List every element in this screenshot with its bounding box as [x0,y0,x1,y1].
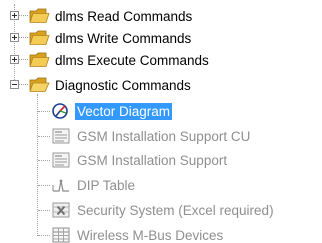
tree-line-child [38,136,50,137]
tree-folder-label: Diagnostic Commands [55,77,191,93]
tree-line-child [38,160,50,161]
tree-folder-label: dlms Read Commands [55,8,193,24]
tree-item-label: Vector Diagram [75,102,173,120]
tree-item-label: GSM Installation Support CU [77,128,251,144]
grid-table-icon [52,227,70,243]
tree-item-label: GSM Installation Support [77,152,228,168]
tree-item-label: Security System (Excel required) [77,202,274,218]
tree-item-label: DIP Table [77,177,136,193]
command-tree: dlms Read Commands dlms Write Commands d… [0,0,322,243]
tree-item-label: Wireless M-Bus Devices [77,227,224,243]
tree-line-branch [19,15,28,16]
document-lines-icon [52,152,70,168]
dip-table-icon [52,179,69,192]
tree-item-gsm-installation-support[interactable]: GSM Installation Support [50,150,229,170]
tree-line-branch [19,84,28,85]
excel-icon [52,202,70,218]
expand-toggle-execute[interactable] [10,55,19,64]
minus-icon [12,84,17,85]
tree-item-security-system[interactable]: Security System (Excel required) [50,200,276,220]
tree-line-child [38,235,50,236]
document-lines-icon [52,128,70,144]
tree-line-branch [19,59,28,60]
tree-line-children [37,94,38,236]
tree-item-gsm-installation-support-cu[interactable]: GSM Installation Support CU [50,126,252,146]
tree-item-vector-diagram[interactable]: Vector Diagram [50,101,173,121]
tree-folder-diagnostic[interactable]: Diagnostic Commands [28,75,193,95]
tree-line-child [38,185,50,186]
folder-open-icon [29,77,50,92]
tree-line-child [38,210,50,211]
tree-folder-dlms-write[interactable]: dlms Write Commands [28,28,193,48]
folder-icon [29,8,50,23]
tree-line-branch [19,37,28,38]
collapse-toggle-diagnostic[interactable] [10,80,19,89]
tree-folder-dlms-read[interactable]: dlms Read Commands [28,6,194,26]
tree-folder-label: dlms Write Commands [55,30,192,46]
expand-toggle-read[interactable] [10,11,19,20]
tree-line-child [38,111,50,112]
tree-folder-dlms-execute[interactable]: dlms Execute Commands [28,50,211,70]
folder-icon [29,30,50,45]
vector-diagram-icon [52,103,68,119]
folder-icon [29,52,50,67]
tree-item-dip-table[interactable]: DIP Table [50,175,137,195]
tree-folder-label: dlms Execute Commands [55,52,209,68]
expand-toggle-write[interactable] [10,33,19,42]
tree-item-wireless-mbus-devices[interactable]: Wireless M-Bus Devices [50,225,225,243]
